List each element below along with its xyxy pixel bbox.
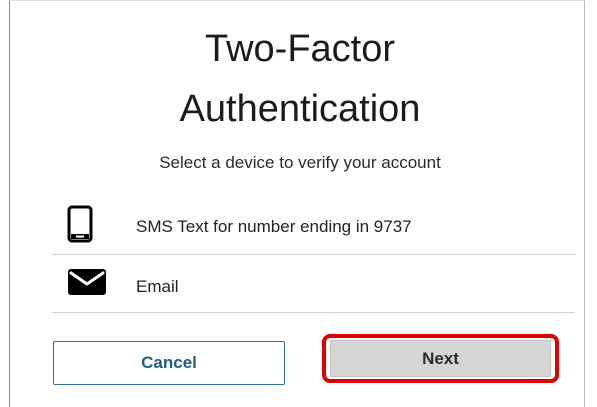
envelope-icon <box>67 268 107 301</box>
two-factor-dialog: Two-Factor Authentication Select a devic… <box>0 0 597 407</box>
page-title-line-2: Authentication <box>179 88 421 130</box>
email-option-label: Email <box>136 277 179 296</box>
next-button[interactable]: Next <box>330 340 551 377</box>
page-title-line-1: Two-Factor <box>204 28 396 70</box>
left-border <box>9 0 10 407</box>
sms-option-label: SMS Text for number ending in 9737 <box>136 217 412 236</box>
right-border <box>584 0 585 407</box>
option-divider <box>52 312 575 313</box>
cancel-button[interactable]: Cancel <box>53 341 285 385</box>
option-divider <box>52 254 575 255</box>
phone-icon <box>67 205 93 248</box>
page-subtitle: Select a device to verify your account <box>159 153 441 172</box>
email-option[interactable]: Email <box>52 256 575 312</box>
top-border <box>9 0 585 1</box>
sms-option[interactable]: SMS Text for number ending in 9737 <box>52 200 575 256</box>
